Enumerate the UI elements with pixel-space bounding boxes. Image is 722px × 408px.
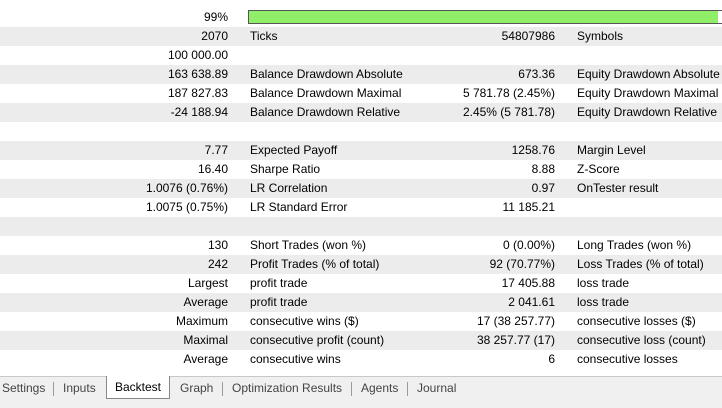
- value-cell: Maximum: [175, 314, 228, 328]
- tab-label: Settings: [2, 381, 46, 395]
- value-cell: 16.40: [197, 162, 228, 176]
- metric-label-right: [577, 198, 722, 217]
- report-row: 100 000.00: [0, 46, 722, 65]
- metric-value: [380, 217, 555, 236]
- metric-label-right: Symbols: [577, 29, 624, 43]
- report-row: t163 638.89Balance Drawdown Absolute673.…: [0, 65, 722, 84]
- metric-label-right: Loss Trades (% of total): [577, 257, 704, 271]
- metric-value: 17 (38 257.77): [476, 314, 555, 328]
- tab-separator: [222, 382, 223, 396]
- metric-value: 11 185.21: [502, 200, 556, 214]
- value-cell: 1.0075 (0.75%): [145, 200, 228, 214]
- tab-backtest[interactable]: Backtest: [106, 376, 170, 399]
- tab-separator: [407, 382, 408, 396]
- tab-label: Journal: [417, 381, 457, 395]
- metric-value: 38 257.77 (17): [476, 333, 555, 347]
- metric-label-right: loss trade: [577, 295, 630, 309]
- tab-agents[interactable]: Agents: [361, 377, 398, 400]
- metric-label-right: consecutive losses ($): [577, 314, 696, 328]
- metric-value: 0.97: [531, 181, 555, 195]
- value-cell: 187 827.83: [167, 86, 228, 100]
- metric-value: 5 781.78 (2.45%): [462, 86, 555, 100]
- tab-label: Inputs: [63, 381, 96, 395]
- progress-bar: [248, 10, 722, 24]
- value-cell: [0, 217, 228, 236]
- metric-label-right: Margin Level: [577, 143, 646, 157]
- backtest-report: y99%2070Ticks54807986Symbols100 000.00t1…: [0, 0, 722, 376]
- report-row: -24 188.94 Balance Drawdown Relative 2.45%…: [0, 103, 722, 122]
- value-cell: 100 000.00: [167, 48, 228, 62]
- value-cell: 130: [207, 238, 228, 252]
- metric-label-right: Long Trades (won %): [577, 238, 692, 252]
- tab-label: Backtest: [114, 380, 162, 394]
- tab-optimization-results[interactable]: Optimization Results: [232, 377, 342, 400]
- report-row: Maximum consecutive wins ($) 17 (38 257.77…: [0, 312, 722, 331]
- report-row: Maximal consecutive profit (count) 38 257.…: [0, 331, 722, 350]
- report-row: 7.77 Expected Payoff 1258.76 Margin Level: [0, 141, 722, 160]
- tab-journal[interactable]: Journal: [417, 377, 456, 400]
- tab-separator: [53, 382, 54, 396]
- tab-settings[interactable]: Settings: [2, 377, 45, 400]
- value-cell: -24 188.94: [170, 105, 228, 119]
- value-cell: 163 638.89: [167, 67, 228, 81]
- tab-label: Graph: [180, 381, 214, 395]
- metric-value: 6: [548, 352, 555, 366]
- metric-label-right: [577, 217, 722, 236]
- metric-value: [380, 122, 555, 141]
- report-row: 1.0076 (0.76%) LR Correlation 0.97 OnTester…: [0, 179, 722, 198]
- metric-value: 673.36: [518, 67, 555, 81]
- report-row: [0, 217, 722, 236]
- metric-label-right: Equity Drawdown Maximal: [577, 86, 719, 100]
- tab-separator: [351, 382, 352, 396]
- tab-graph[interactable]: Graph: [180, 377, 213, 400]
- metric-label-right: loss trade: [577, 276, 630, 290]
- metric-value: 2.45% (5 781.78): [462, 105, 555, 119]
- metric-value: 54807986: [501, 29, 555, 43]
- tab-label: Agents: [361, 381, 399, 395]
- report-row: 242 Profit Trades (% of total) 92 (70.77%)…: [0, 255, 722, 274]
- metric-value: 92 (70.77%): [489, 257, 555, 271]
- tab-bar: Settings Inputs Backtest Graph Optimizat…: [0, 376, 722, 408]
- metric-value: [380, 46, 555, 65]
- value-cell: Average: [183, 295, 228, 309]
- tab-inputs[interactable]: Inputs: [63, 377, 96, 400]
- value-cell: 99%: [203, 10, 228, 24]
- value-cell: 7.77: [204, 143, 228, 157]
- value-cell: [0, 122, 228, 141]
- report-row: Average consecutive wins 6 consecutive loss…: [0, 350, 722, 369]
- metric-value: 17 405.88: [501, 276, 555, 290]
- metric-label-right: [577, 46, 722, 65]
- report-row: 187 827.83 Balance Drawdown Maximal 5 781.…: [0, 84, 722, 103]
- report-row: Average profit trade 2 041.61 loss trade: [0, 293, 722, 312]
- tab-label: Optimization Results: [232, 381, 343, 395]
- value-cell: 1.0076 (0.76%): [145, 181, 228, 195]
- value-cell: 2070: [201, 29, 228, 43]
- metric-label-right: Equity Drawdown Relative: [577, 105, 718, 119]
- metric-value: 8.88: [531, 162, 555, 176]
- progress-bar-fill: [249, 11, 719, 23]
- report-row: Largest profit trade 17 405.88 loss trade: [0, 274, 722, 293]
- metric-value: 0 (0.00%): [502, 238, 555, 252]
- metric-label-right: consecutive losses: [577, 352, 678, 366]
- report-row: or16.40Sharpe Ratio8.88Z-Score: [0, 160, 722, 179]
- metric-label-right: OnTester result: [577, 181, 659, 195]
- metric-label-right: Equity Drawdown Absolute: [577, 67, 720, 81]
- report-row: 130 Short Trades (won %) 0 (0.00%) Long Tra…: [0, 236, 722, 255]
- metric-value: 2 041.61: [508, 295, 555, 309]
- value-cell: Maximal: [183, 333, 228, 347]
- value-cell: Average: [183, 352, 228, 366]
- metric-label-right: Z-Score: [577, 162, 620, 176]
- report-row: 2070 Ticks 54807986 Symbols: [0, 27, 722, 46]
- metric-label-right: [577, 122, 722, 141]
- value-cell: 242: [207, 257, 228, 271]
- report-row: [0, 122, 722, 141]
- metric-value: 1258.76: [511, 143, 555, 157]
- value-cell: Largest: [187, 276, 228, 290]
- metric-label-right: consecutive loss (count): [577, 333, 706, 347]
- report-row: 1.0075 (0.75%) LR Standard Error 11 185.21: [0, 198, 722, 217]
